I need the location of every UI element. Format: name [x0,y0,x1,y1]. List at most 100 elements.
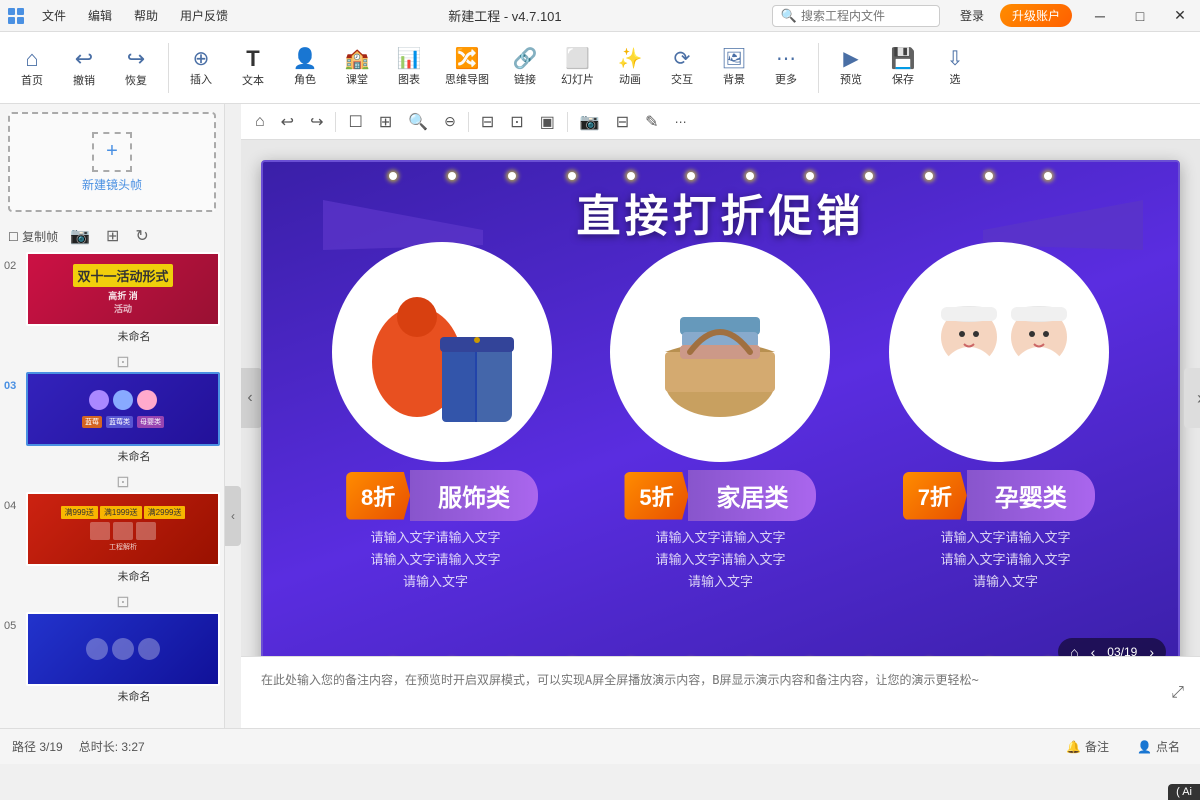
new-frame-button[interactable]: + 新建镜头帧 [8,112,216,212]
canvas-align-btn[interactable]: ⊟ [475,108,500,136]
menu-feedback[interactable]: 用户反馈 [170,3,238,28]
canvas-divider-2 [468,112,469,132]
slide-thumb-02[interactable]: 双十一活动形式 高折 消 活动 [26,252,220,326]
canvas-undo-btn[interactable]: ↩ [275,108,300,136]
rotate-btn[interactable]: ↻ [131,224,152,248]
tool-redo[interactable]: ↪ 恢复 [112,44,160,92]
copy-frame-btn[interactable]: ☐ 复制帧 [8,228,58,245]
slide-nav-home-btn[interactable]: ⌂ [1066,642,1082,656]
tool-slideshow-label: 幻灯片 [561,71,594,87]
nav-right-button[interactable]: › [1184,368,1200,428]
slide-nav-bottom: ⌂ ‹ 03/19 › [1058,638,1166,656]
sidebar-toggle-button[interactable]: ‹ [225,486,241,546]
tool-classroom[interactable]: 🏫 课堂 [333,45,381,91]
notes-textarea[interactable] [253,663,1167,723]
tool-character[interactable]: 👤 角色 [281,45,329,91]
product-circle-clothes [332,242,552,462]
desc-block-baby: 请输入文字请输入文字请输入文字请输入文字请输入文字 [876,527,1136,593]
rollcall-btn[interactable]: 👤 点名 [1129,734,1188,759]
notes-expand-btn[interactable]: ⤢ [1167,680,1188,706]
close-button[interactable]: ✕ [1160,0,1200,32]
upgrade-button[interactable]: 升级账户 [1000,4,1072,27]
canvas-divider-1 [335,112,336,132]
slide-thumb-05[interactable] [26,612,220,686]
tool-save-label: 保存 [892,71,914,87]
tool-select[interactable]: ⇩ 选 [931,45,979,91]
canvas-select-btn[interactable]: ☐ [342,108,368,136]
maximize-button[interactable]: □ [1120,0,1160,32]
slide-nav-prev-btn[interactable]: ‹ [1087,642,1100,656]
slide-item-04: 04 满999送 满1999送 满2999送 [4,492,220,584]
grid-btn[interactable]: ⊞ [102,224,123,248]
menu-file[interactable]: 文件 [32,3,76,28]
nav-left-button[interactable]: ‹ [241,368,262,428]
animation-icon: ✨ [618,49,643,69]
tool-interact[interactable]: ⟳ 交互 [658,45,706,91]
login-button[interactable]: 登录 [948,4,996,27]
menu-edit[interactable]: 编辑 [78,3,122,28]
canvas-crop-btn[interactable]: ⊟ [610,108,635,136]
search-input[interactable] [801,9,931,23]
tool-more-label: 更多 [775,71,797,87]
canvas-more-btn[interactable]: ⋯ [669,111,693,133]
canvas-zoomout-btn[interactable]: ⊖ [438,109,462,134]
tool-animation[interactable]: ✨ 动画 [606,45,654,91]
tool-link[interactable]: 🔗 链接 [501,45,549,91]
search-box[interactable]: 🔍 [772,5,940,27]
tool-undo[interactable]: ↩ 撤销 [60,44,108,92]
desc-row: 请输入文字请输入文字请输入文字请输入文字请输入文字 请输入文字请输入文字请输入文… [263,527,1178,593]
interact-icon: ⟳ [674,49,691,69]
link-icon: 🔗 [513,49,538,69]
home-goods-image [620,252,820,452]
tool-save[interactable]: 💾 保存 [879,45,927,91]
category-row: 8折 服饰类 5折 家居类 7折 孕婴类 [263,470,1178,521]
canvas-home-btn[interactable]: ⌂ [249,109,271,135]
slide-num-02: 02 [4,252,22,272]
slide-item-02: 02 双十一活动形式 高折 消 活动 未命名 [4,252,220,344]
tool-character-label: 角色 [294,71,316,87]
tool-home[interactable]: ⌂ 首页 [8,44,56,92]
minimize-button[interactable]: ─ [1080,0,1120,32]
slide-nav-next-btn[interactable]: › [1145,642,1158,656]
tool-text[interactable]: T 文本 [229,44,277,92]
window-title: 新建工程 - v4.7.101 [238,6,772,25]
canvas-group-btn[interactable]: ▣ [534,108,561,136]
slide-thumb-04[interactable]: 满999送 满1999送 满2999送 工程解析 [26,492,220,566]
camera-btn[interactable]: 📷 [66,224,94,248]
tool-chart[interactable]: 📊 图表 [385,45,433,91]
canvas-zoomin-btn[interactable]: 🔍 [402,108,434,136]
canvas-grid-btn[interactable]: ⊞ [373,108,398,136]
duration-text: 总时长: 3:27 [79,738,145,755]
duration-indicator: 总时长: 3:27 [79,738,145,755]
slide-num-04: 04 [4,492,22,512]
slide-num-03: 03 [4,372,22,392]
tool-preview-label: 预览 [840,71,862,87]
tool-slideshow[interactable]: ⬜ 幻灯片 [553,45,602,91]
tool-home-label: 首页 [21,72,43,88]
tool-mindmap[interactable]: 🔀 思维导图 [437,45,497,91]
menu-help[interactable]: 帮助 [124,3,168,28]
tool-background[interactable]: 🖼 背景 [710,45,758,91]
category-clothes: 8折 服饰类 [346,470,538,521]
category-name-baby: 孕婴类 [967,470,1095,521]
tool-preview[interactable]: ▶ 预览 [827,45,875,91]
canvas-distribute-btn[interactable]: ⊡ [504,108,529,136]
canvas-wrapper: ‹ [241,140,1200,656]
canvas-redo-btn[interactable]: ↪ [304,108,329,136]
canvas-pen-btn[interactable]: ✎ [639,108,664,136]
tool-more[interactable]: ⋯ 更多 [762,45,810,91]
titlebar: 文件 编辑 帮助 用户反馈 新建工程 - v4.7.101 🔍 登录 升级账户 … [0,0,1200,32]
notes-toggle-btn[interactable]: 🔔 备注 [1058,734,1117,759]
ai-badge[interactable]: ( Ai [1168,784,1200,800]
tool-insert[interactable]: ⊕ 插入 [177,45,225,91]
slide-item-05: 05 未命名 [4,612,220,704]
statusbar: 路径 3/19 总时长: 3:27 🔔 备注 👤 点名 [0,728,1200,764]
statusbar-right: 🔔 备注 👤 点名 [1058,734,1188,759]
slide-canvas[interactable]: 直接打折促销 [261,160,1180,656]
frame-actions-bar: ☐ 复制帧 📷 ⊞ ↻ [0,220,224,252]
slide-spacer-02: ⊡ [26,352,220,372]
slide-thumb-03[interactable]: 蓝莓 蓝莓类 母婴类 [26,372,220,446]
canvas-camera-btn[interactable]: 📷 [574,108,606,136]
tool-text-label: 文本 [242,72,264,88]
canvas-toolbar: ⌂ ↩ ↪ ☐ ⊞ 🔍 ⊖ ⊟ ⊡ ▣ 📷 ⊟ ✎ ⋯ [241,104,1200,140]
